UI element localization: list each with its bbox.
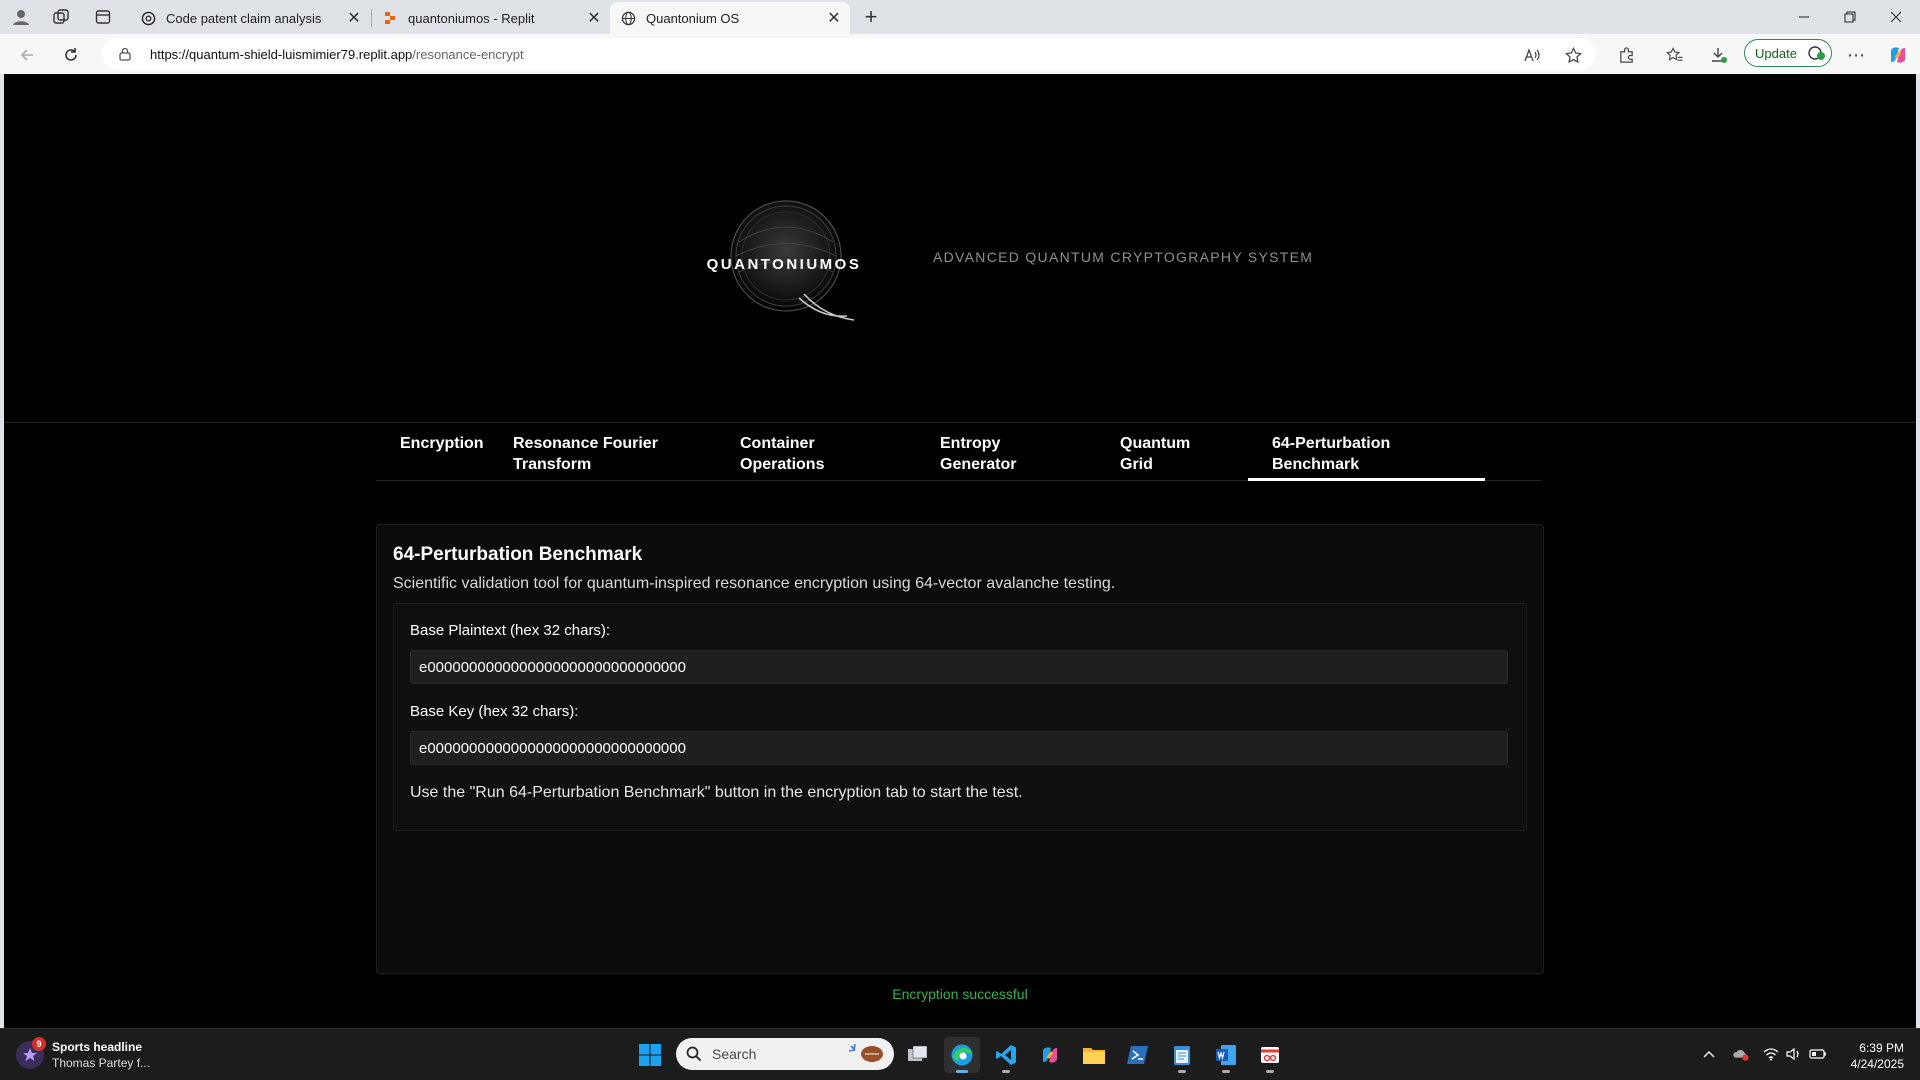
extensions-icon[interactable] — [1612, 41, 1640, 69]
sports-widget-icon: 9 — [16, 1037, 46, 1069]
globe-icon — [620, 10, 636, 26]
status-message: Encryption successful — [892, 986, 1028, 1002]
taskbar-search[interactable]: Search — [676, 1038, 894, 1070]
tab-label-line2: Benchmark — [1272, 456, 1360, 473]
copilot-icon[interactable] — [1884, 41, 1912, 69]
tab-quantum-grid[interactable]: Quantum Grid — [1096, 423, 1248, 481]
plaintext-label: Base Plaintext (hex 32 chars): — [410, 622, 611, 639]
tab-label: 64-Perturbation — [1272, 435, 1391, 452]
tab-title: Quantonium OS — [646, 10, 740, 26]
powershell-icon[interactable] — [1120, 1037, 1156, 1073]
base-key-input[interactable] — [410, 731, 1508, 765]
start-button[interactable] — [632, 1037, 668, 1073]
tab-64-perturbation-benchmark[interactable]: 64-Perturbation Benchmark — [1248, 423, 1485, 481]
back-icon[interactable] — [13, 41, 41, 69]
panel-description: Scientific validation tool for quantum-i… — [393, 575, 1116, 592]
tab-label-line2: Transform — [513, 456, 592, 473]
browser-toolbar: https://quantum-shield-luismimier79.repl… — [0, 34, 1920, 74]
base-plaintext-input[interactable] — [410, 650, 1508, 684]
search-label: Search — [712, 1046, 757, 1062]
header-tagline: ADVANCED QUANTUM CRYPTOGRAPHY SYSTEM — [933, 249, 1314, 265]
favorite-star-icon[interactable] — [1559, 41, 1587, 69]
tab-entropy-generator[interactable]: Entropy Generator — [916, 423, 1096, 481]
benchmark-input-card: Base Plaintext (hex 32 chars): Base Key … — [393, 603, 1527, 831]
notification-badge: 9 — [32, 1037, 46, 1051]
update-status-icon — [1807, 45, 1827, 61]
url-path: /resonance-encrypt — [412, 46, 524, 62]
vscode-icon[interactable] — [988, 1037, 1024, 1073]
update-button[interactable]: Update — [1744, 39, 1832, 67]
chatgpt-icon — [140, 10, 156, 26]
restore-icon[interactable] — [1827, 0, 1873, 34]
tab-label: Quantum — [1120, 435, 1191, 452]
show-hidden-icons-chevron-icon[interactable] — [1700, 1045, 1718, 1063]
key-label: Base Key (hex 32 chars): — [410, 703, 579, 720]
tab-label: Container — [740, 435, 815, 452]
file-explorer-icon[interactable] — [1076, 1037, 1112, 1073]
workspaces-icon[interactable] — [49, 5, 73, 29]
vertical-tabs-icon[interactable] — [91, 5, 115, 29]
benchmark-instructions: Use the "Run 64-Perturbation Benchmark" … — [410, 784, 1023, 801]
new-tab-button[interactable]: + — [859, 4, 883, 29]
news-widget[interactable]: 9 Sports headline Thomas Partey f... — [16, 1037, 151, 1071]
widget-headline: Sports headline — [52, 1040, 143, 1054]
search-icon — [686, 1046, 702, 1062]
notepad-icon[interactable] — [1164, 1037, 1200, 1073]
clock-time: 6:39 PM — [1859, 1041, 1904, 1055]
url-text: https://quantum-shield-luismimier79.repl… — [150, 47, 524, 62]
volume-icon[interactable] — [1785, 1045, 1803, 1063]
replit-icon — [382, 10, 398, 26]
close-window-icon[interactable] — [1873, 0, 1919, 34]
url-host: https://quantum-shield-luismimier79.repl… — [150, 46, 413, 62]
address-bar[interactable]: https://quantum-shield-luismimier79.repl… — [102, 38, 1596, 70]
tab-resonance-fourier-transform[interactable]: Resonance Fourier Transform — [489, 423, 716, 481]
refresh-icon[interactable] — [57, 41, 85, 69]
more-options-icon[interactable]: ⋯ — [1842, 41, 1870, 69]
favorites-icon[interactable] — [1661, 41, 1689, 69]
tab-title: quantoniumos - Replit — [408, 10, 535, 26]
app-page: QUANTONIUMOS ADVANCED QUANTUM CRYPTOGRAP… — [4, 74, 1916, 1028]
tab-label-line2: Operations — [740, 456, 825, 473]
copilot-app-icon[interactable] — [1032, 1037, 1068, 1073]
snipping-tool-icon[interactable] — [1252, 1037, 1288, 1073]
tab-label-line2: Generator — [940, 456, 1017, 473]
tab-label-line2: Grid — [1120, 456, 1153, 473]
update-label: Update — [1755, 45, 1797, 61]
panel-title: 64-Perturbation Benchmark — [393, 544, 643, 565]
tab-title: Code patent claim analysis — [166, 10, 322, 26]
edge-browser-icon[interactable] — [944, 1037, 980, 1073]
close-tab-icon[interactable]: ✕ — [824, 8, 844, 28]
profile-icon[interactable] — [9, 5, 33, 29]
tab-label: Entropy — [940, 435, 1001, 452]
close-tab-icon[interactable]: ✕ — [344, 8, 364, 28]
onedrive-icon[interactable] — [1732, 1045, 1750, 1063]
widget-subtitle: Thomas Partey f... — [52, 1056, 151, 1070]
minimize-icon[interactable] — [1781, 0, 1827, 34]
app-header: QUANTONIUMOS ADVANCED QUANTUM CRYPTOGRAP… — [4, 74, 1916, 423]
windows-taskbar: 9 Sports headline Thomas Partey f... Sea… — [0, 1028, 1920, 1080]
battery-icon[interactable] — [1809, 1045, 1827, 1063]
tab-encryption[interactable]: Encryption — [376, 423, 489, 481]
tab-container-operations[interactable]: Container Operations — [716, 423, 916, 481]
browser-tab-2[interactable]: quantoniumos - Replit ✕ — [372, 2, 610, 34]
close-tab-icon[interactable]: ✕ — [584, 8, 604, 28]
read-aloud-icon[interactable] — [1518, 41, 1546, 69]
search-highlight-icon — [846, 1042, 886, 1066]
wifi-icon[interactable] — [1762, 1045, 1780, 1063]
clock-date: 4/24/2025 — [1850, 1057, 1904, 1071]
feature-tabs: Encryption Resonance Fourier Transform C… — [376, 423, 1542, 481]
tab-label: Resonance Fourier — [513, 435, 658, 452]
benchmark-panel: 64-Perturbation Benchmark Scientific val… — [376, 524, 1544, 974]
lock-icon[interactable] — [116, 47, 134, 61]
browser-tab-strip: Code patent claim analysis ✕ quantoniumo… — [0, 0, 1920, 34]
browser-tab-3-active[interactable]: Quantonium OS ✕ — [610, 2, 850, 34]
word-icon[interactable] — [1208, 1037, 1244, 1073]
logo-wordmark: QUANTONIUMOS — [706, 256, 862, 273]
taskbar-clock[interactable]: 6:39 PM 4/24/2025 — [1836, 1040, 1904, 1072]
task-view-icon[interactable] — [900, 1037, 936, 1073]
downloads-icon[interactable] — [1705, 41, 1733, 69]
browser-tab-1[interactable]: Code patent claim analysis ✕ — [130, 2, 370, 34]
tab-label: Encryption — [400, 435, 484, 452]
